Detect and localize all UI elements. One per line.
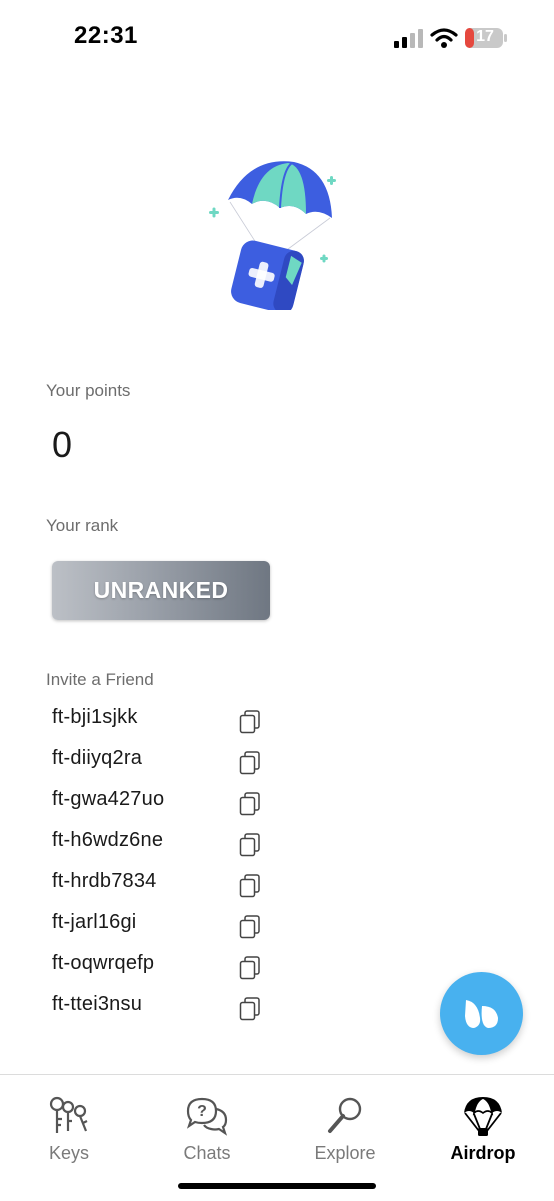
keys-icon bbox=[49, 1096, 88, 1133]
invite-code-row: ft-hrdb7834 bbox=[0, 864, 554, 905]
copy-icon[interactable] bbox=[239, 956, 261, 980]
rank-label: Your rank bbox=[46, 516, 119, 535]
copy-icon[interactable] bbox=[239, 792, 261, 816]
copy-icon[interactable] bbox=[239, 710, 261, 734]
invite-code[interactable]: ft-jarl16gi bbox=[52, 911, 136, 934]
tab-explore-label: Explore bbox=[314, 1143, 376, 1163]
invite-code[interactable]: ft-h6wdz6ne bbox=[52, 829, 163, 852]
invite-code-row: ft-diiyq2ra bbox=[0, 741, 554, 782]
tab-keys-label: Keys bbox=[48, 1143, 90, 1163]
invite-code-row: ft-jarl16gi bbox=[0, 905, 554, 946]
app-logo-icon bbox=[464, 999, 498, 1028]
airdrop-icon bbox=[464, 1097, 502, 1136]
tab-explore[interactable]: Explore bbox=[290, 1095, 400, 1175]
invite-label: Invite a Friend bbox=[46, 670, 154, 689]
wifi-icon bbox=[430, 28, 458, 48]
points-value: 0 bbox=[52, 424, 73, 465]
invite-code-row: ft-gwa427uo bbox=[0, 782, 554, 823]
home-indicator bbox=[178, 1183, 376, 1189]
battery-level: 17 bbox=[476, 28, 494, 45]
explore-icon bbox=[328, 1097, 362, 1133]
invite-code-row: ft-h6wdz6ne bbox=[0, 823, 554, 864]
tab-chats-label: Chats bbox=[183, 1143, 231, 1163]
tab-keys[interactable]: Keys bbox=[14, 1095, 124, 1175]
signal-icon bbox=[394, 29, 423, 48]
status-bar: 22:31 17 bbox=[0, 0, 554, 80]
invite-code[interactable]: ft-bji1sjkk bbox=[52, 706, 138, 729]
invite-code[interactable]: ft-ttei3nsu bbox=[52, 993, 142, 1016]
invite-code-row: ft-bji1sjkk bbox=[0, 700, 554, 741]
svg-text:?: ? bbox=[197, 1103, 207, 1120]
chats-icon: ? bbox=[186, 1097, 228, 1136]
copy-icon[interactable] bbox=[239, 997, 261, 1021]
invite-code[interactable]: ft-hrdb7834 bbox=[52, 870, 157, 893]
tab-airdrop[interactable]: Airdrop bbox=[428, 1095, 538, 1175]
invite-code[interactable]: ft-oqwrqefp bbox=[52, 952, 154, 975]
tab-bar: Keys ? Chats Explore Airdrop bbox=[0, 1074, 554, 1201]
copy-icon[interactable] bbox=[239, 833, 261, 857]
invite-code[interactable]: ft-diiyq2ra bbox=[52, 747, 142, 770]
status-time: 22:31 bbox=[74, 22, 138, 49]
rank-badge: UNRANKED bbox=[52, 561, 270, 620]
copy-icon[interactable] bbox=[239, 874, 261, 898]
points-label: Your points bbox=[46, 381, 131, 400]
tab-airdrop-label: Airdrop bbox=[450, 1143, 516, 1163]
invite-code[interactable]: ft-gwa427uo bbox=[52, 788, 164, 811]
copy-icon[interactable] bbox=[239, 751, 261, 775]
airdrop-parachute-illustration bbox=[209, 161, 336, 310]
copy-icon[interactable] bbox=[239, 915, 261, 939]
floating-action-button[interactable] bbox=[440, 972, 523, 1055]
tab-chats[interactable]: ? Chats bbox=[152, 1095, 262, 1175]
